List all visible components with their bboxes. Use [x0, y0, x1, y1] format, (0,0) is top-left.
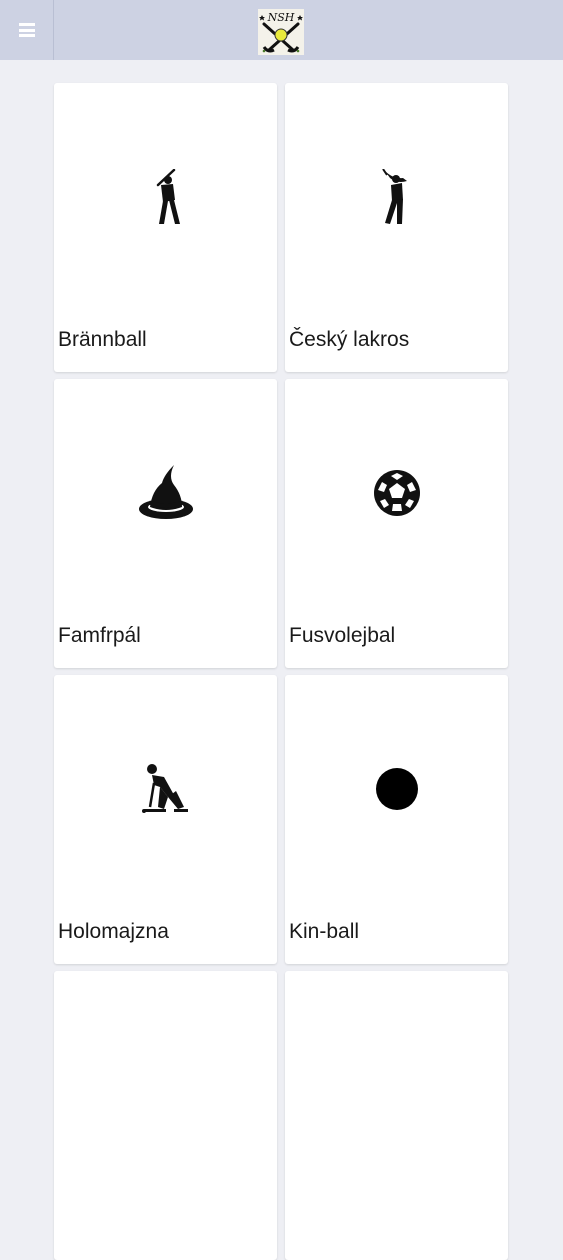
svg-text:NSH: NSH — [267, 11, 295, 24]
sport-card[interactable]: Český lakros — [285, 83, 508, 372]
sport-label: Kin-ball — [289, 920, 360, 943]
sport-label: Brännball — [58, 328, 147, 351]
sport-label: Famfrpál — [58, 624, 141, 647]
sport-label: Holomajzna — [58, 920, 169, 943]
sport-label: Fusvolejbal — [289, 624, 396, 647]
ball-icon — [285, 757, 508, 821]
menu-button[interactable] — [0, 0, 54, 60]
golfer-icon — [285, 165, 508, 229]
sport-label: Český lakros — [289, 328, 410, 351]
sport-card[interactable]: Fusvolejbal — [285, 379, 508, 668]
sport-card[interactable] — [54, 971, 277, 1260]
top-bar: NSH — [0, 0, 563, 60]
sport-card[interactable]: Kin-ball — [285, 675, 508, 964]
logo-icon[interactable]: NSH — [258, 9, 304, 55]
sport-card[interactable]: Brännball — [54, 83, 277, 372]
sport-card[interactable] — [285, 971, 508, 1260]
sport-card[interactable]: Holomajzna — [54, 675, 277, 964]
hamburger-menu-icon — [18, 23, 35, 37]
sport-card[interactable]: Famfrpál — [54, 379, 277, 668]
witch-hat-icon — [54, 461, 277, 525]
batter-icon — [54, 165, 277, 229]
hockey-player-icon — [54, 757, 277, 821]
soccer-ball-icon — [285, 461, 508, 525]
